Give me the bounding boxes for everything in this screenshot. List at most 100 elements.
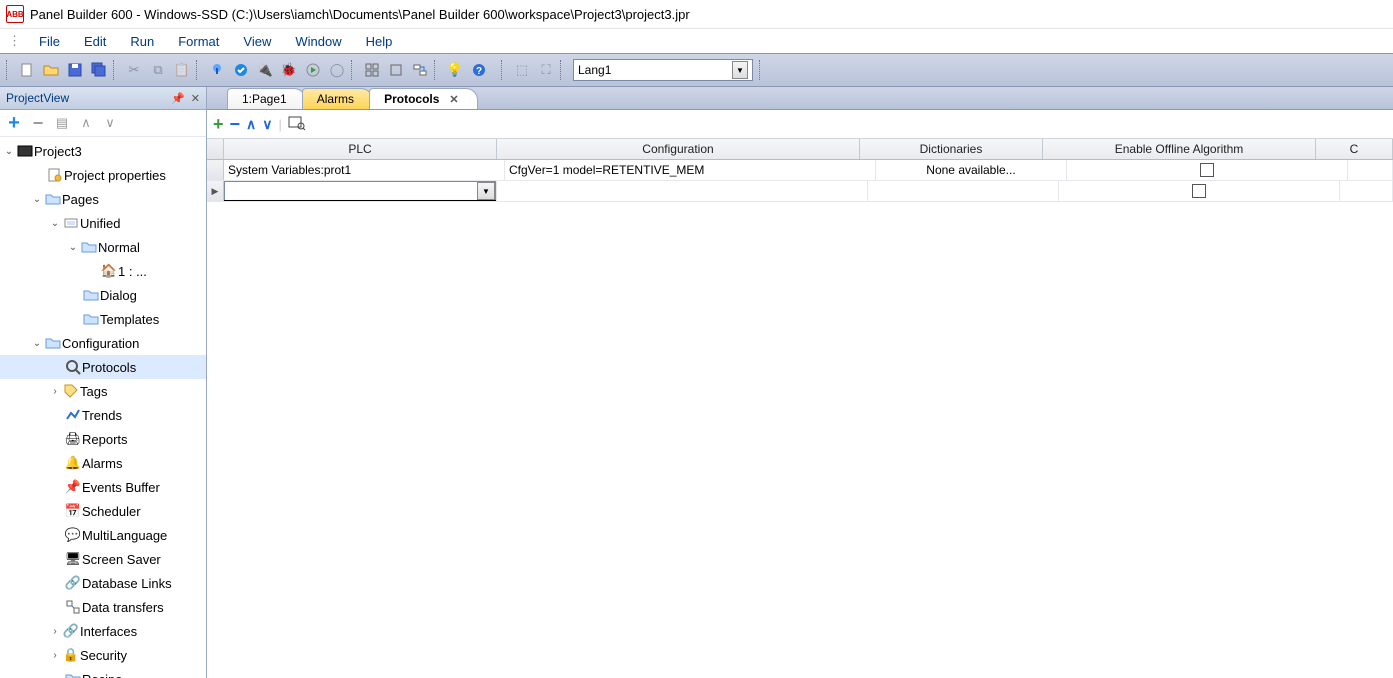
tree-data-transfers[interactable]: Data transfers <box>0 595 206 619</box>
tree-configuration[interactable]: ⌄Configuration <box>0 331 206 355</box>
tree-interfaces[interactable]: ›🔗Interfaces <box>0 619 206 643</box>
tree-page-1[interactable]: 🏠1 : ... <box>0 259 206 283</box>
download-icon[interactable] <box>206 59 228 81</box>
down-icon[interactable]: ∨ <box>100 113 120 133</box>
menu-file[interactable]: File <box>27 32 72 51</box>
tree-database-links[interactable]: 🔗Database Links <box>0 571 206 595</box>
menu-run[interactable]: Run <box>118 32 166 51</box>
cell-plc[interactable]: System Variables:prot1 <box>224 160 505 180</box>
remove-icon[interactable]: − <box>28 113 48 133</box>
cell-plc-combo[interactable]: ▼ ABB CoDeSys ETHABB CoDeSys SerialABB I… <box>224 181 497 201</box>
paste-icon[interactable]: 📋 <box>171 59 193 81</box>
col-dictionaries[interactable]: Dictionaries <box>860 139 1043 159</box>
table-row[interactable]: System Variables:prot1 CfgVer=1 model=RE… <box>207 160 1393 181</box>
menu-window[interactable]: Window <box>283 32 353 51</box>
move-up-icon[interactable]: ∧ <box>246 116 256 133</box>
zoom-fit-icon[interactable]: ⛶ <box>535 59 557 81</box>
tree-alarms[interactable]: 🔔Alarms <box>0 451 206 475</box>
tree-normal[interactable]: ⌄Normal <box>0 235 206 259</box>
grid-icon[interactable] <box>361 59 383 81</box>
tree-screen-saver[interactable]: 🖥Screen Saver <box>0 547 206 571</box>
validate-icon[interactable] <box>230 59 252 81</box>
save-icon[interactable] <box>64 59 86 81</box>
toolbar-sep-1 <box>113 60 120 80</box>
protocols-toolbar: + − ∧ ∨ | <box>207 110 1393 139</box>
table-row-new[interactable]: ▶ ▼ ABB CoDeSys ETHABB CoDeSys SerialABB… <box>207 181 1393 202</box>
chevron-down-icon[interactable]: ▼ <box>477 182 495 200</box>
play-icon[interactable] <box>302 59 324 81</box>
protocols-grid-header: PLC Configuration Dictionaries Enable Of… <box>207 139 1393 160</box>
row-indicator-icon: ▶ <box>207 181 224 201</box>
project-tree[interactable]: ⌄Project3 Project properties ⌄Pages ⌄Uni… <box>0 137 206 678</box>
tree-dialog[interactable]: Dialog <box>0 283 206 307</box>
add-row-icon[interactable]: + <box>213 114 224 135</box>
menu-view[interactable]: View <box>231 32 283 51</box>
language-combo[interactable]: Lang1 ▼ <box>573 59 753 81</box>
tree-tags[interactable]: ›Tags <box>0 379 206 403</box>
connector-icon[interactable]: 🔌 <box>254 59 276 81</box>
help-icon[interactable]: ? <box>468 59 490 81</box>
add-icon[interactable]: + <box>4 113 24 133</box>
inspect-icon[interactable] <box>288 115 306 134</box>
tree-security[interactable]: ›🔒Security <box>0 643 206 667</box>
remove-row-icon[interactable]: − <box>230 114 241 135</box>
col-plc[interactable]: PLC <box>224 139 497 159</box>
menu-help[interactable]: Help <box>354 32 405 51</box>
plc-dropdown[interactable]: ABB CoDeSys ETHABB CoDeSys SerialABB IRC… <box>224 200 496 201</box>
toolbar-sep-5 <box>501 60 508 80</box>
tree-recipe[interactable]: Recipe <box>0 667 206 678</box>
copy-icon[interactable]: ⧉ <box>147 59 169 81</box>
save-all-icon[interactable] <box>88 59 110 81</box>
transfer-icon[interactable] <box>409 59 431 81</box>
tree-trends[interactable]: Trends <box>0 403 206 427</box>
window-title: Panel Builder 600 - Windows-SSD (C:)\Use… <box>30 7 690 22</box>
tab-alarms[interactable]: Alarms <box>302 88 373 109</box>
tab-close-icon[interactable]: ✕ <box>449 93 458 106</box>
menu-edit[interactable]: Edit <box>72 32 118 51</box>
bug-icon[interactable]: 🐞 <box>278 59 300 81</box>
plc-combo[interactable]: ▼ <box>224 181 496 201</box>
menu-format[interactable]: Format <box>166 32 231 51</box>
tree-events-buffer[interactable]: 📌Events Buffer <box>0 475 206 499</box>
col-enable-offline[interactable]: Enable Offline Algorithm <box>1043 139 1316 159</box>
svg-text:?: ? <box>476 66 482 77</box>
tree-root[interactable]: ⌄Project3 <box>0 139 206 163</box>
tree-project-properties[interactable]: Project properties <box>0 163 206 187</box>
pin-icon[interactable]: 📌 <box>171 92 185 105</box>
cell-enable-offline[interactable] <box>1067 160 1348 180</box>
new-file-icon[interactable] <box>16 59 38 81</box>
zoom-actual-icon[interactable]: ⬚ <box>511 59 533 81</box>
move-down-icon[interactable]: ∨ <box>262 116 272 133</box>
tree-scheduler[interactable]: 📅Scheduler <box>0 499 206 523</box>
project-view-toolbar: + − ▤ ∧ ∨ <box>0 110 206 137</box>
up-icon[interactable]: ∧ <box>76 113 96 133</box>
tree-multilanguage[interactable]: 💬MultiLanguage <box>0 523 206 547</box>
toolbar-sep-6 <box>560 60 567 80</box>
snap-icon[interactable] <box>385 59 407 81</box>
stop-icon[interactable]: ◯ <box>326 59 348 81</box>
tree-protocols[interactable]: Protocols <box>0 355 206 379</box>
idea-icon[interactable]: 💡 <box>444 59 466 81</box>
cell-dictionaries[interactable]: None available... <box>876 160 1067 180</box>
tab-page1[interactable]: 1:Page1 <box>227 88 306 109</box>
language-value: Lang1 <box>578 63 611 77</box>
col-configuration[interactable]: Configuration <box>497 139 860 159</box>
checkbox-icon[interactable] <box>1192 184 1206 198</box>
close-icon[interactable]: ✕ <box>191 92 200 105</box>
editor-tabstrip: 1:Page1 Alarms Protocols✕ <box>207 87 1393 110</box>
cut-icon[interactable]: ✂ <box>123 59 145 81</box>
tree-unified[interactable]: ⌄Unified <box>0 211 206 235</box>
toolbar-sep-4 <box>434 60 441 80</box>
checkbox-icon[interactable] <box>1200 163 1214 177</box>
tree-templates[interactable]: Templates <box>0 307 206 331</box>
col-last[interactable]: C <box>1316 139 1393 159</box>
main-toolbar: ✂ ⧉ 📋 🔌 🐞 ◯ 💡 ? ⬚ ⛶ Lang1 ▼ <box>0 53 1393 87</box>
open-folder-icon[interactable] <box>40 59 62 81</box>
toolbar-sep-7 <box>759 60 766 80</box>
tree-reports[interactable]: 🖨Reports <box>0 427 206 451</box>
tree-pages[interactable]: ⌄Pages <box>0 187 206 211</box>
menu-bar: ⋮ File Edit Run Format View Window Help <box>0 29 1393 53</box>
cell-configuration[interactable]: CfgVer=1 model=RETENTIVE_MEM <box>505 160 876 180</box>
tab-protocols[interactable]: Protocols✕ <box>369 88 478 109</box>
indent-icon[interactable]: ▤ <box>52 113 72 133</box>
